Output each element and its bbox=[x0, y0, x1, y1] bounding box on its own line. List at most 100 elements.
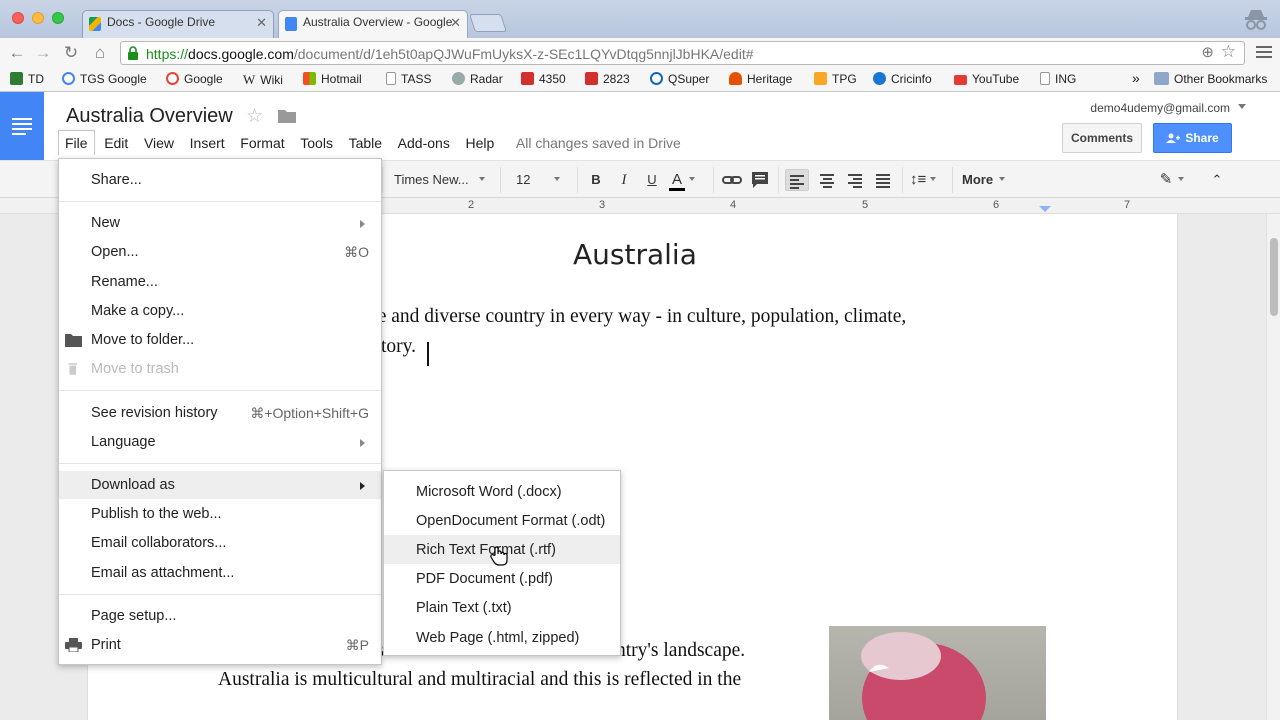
underline-button[interactable]: U bbox=[641, 169, 663, 191]
bookmark-qsuper[interactable]: QSuper bbox=[650, 72, 709, 86]
vertical-scrollbar[interactable] bbox=[1266, 214, 1280, 720]
menu-add-ons[interactable]: Add-ons bbox=[392, 131, 456, 155]
bookmark-td[interactable]: TD bbox=[10, 72, 44, 86]
star-icon[interactable]: ☆ bbox=[246, 105, 263, 128]
menu-edit[interactable]: Edit bbox=[98, 131, 134, 155]
other-bookmarks[interactable]: Other Bookmarks bbox=[1154, 72, 1267, 86]
menu-tools[interactable]: Tools bbox=[294, 131, 339, 155]
comments-button[interactable]: Comments bbox=[1062, 123, 1142, 153]
download-odt[interactable]: OpenDocument Format (.odt) bbox=[384, 506, 620, 535]
download-docx[interactable]: Microsoft Word (.docx) bbox=[384, 477, 620, 506]
close-window-button[interactable] bbox=[12, 12, 24, 24]
bookmark-cricinfo[interactable]: Cricinfo bbox=[873, 72, 932, 86]
folder-icon bbox=[65, 334, 82, 347]
menu-item-download-as[interactable]: Download as bbox=[59, 471, 381, 499]
editing-mode-pencil-icon[interactable]: ✎ bbox=[1156, 169, 1188, 191]
chevron-down-icon[interactable] bbox=[1238, 104, 1246, 113]
menu-format[interactable]: Format bbox=[234, 131, 290, 155]
bookmark-tass[interactable]: TASS bbox=[386, 72, 431, 86]
align-left-button[interactable] bbox=[785, 169, 809, 191]
galah-cockatoo-image[interactable] bbox=[829, 626, 1046, 720]
menu-item-make-a-copy[interactable]: Make a copy... bbox=[59, 297, 381, 325]
menu-insert[interactable]: Insert bbox=[184, 131, 231, 155]
download-pdf[interactable]: PDF Document (.pdf) bbox=[384, 564, 620, 593]
more-button[interactable]: More bbox=[962, 169, 1012, 191]
home-button[interactable]: ⌂ bbox=[89, 42, 111, 64]
save-status[interactable]: All changes saved in Drive bbox=[516, 135, 681, 151]
bookmark-heritage[interactable]: Heritage bbox=[729, 72, 792, 86]
page-icon bbox=[1040, 72, 1050, 85]
bookmark-star-icon[interactable]: ☆ bbox=[1221, 42, 1236, 62]
menu-view[interactable]: View bbox=[138, 131, 180, 155]
menu-item-rename[interactable]: Rename... bbox=[59, 268, 381, 296]
menu-file[interactable]: File bbox=[58, 130, 95, 155]
line-spacing-button[interactable]: ↕≡ bbox=[910, 169, 946, 191]
bookmark-4350[interactable]: 4350 bbox=[521, 72, 566, 86]
search-icon bbox=[650, 72, 663, 85]
close-tab-icon[interactable]: ✕ bbox=[256, 15, 267, 31]
menu-item-new[interactable]: New bbox=[59, 209, 381, 237]
scrollbar-thumb[interactable] bbox=[1270, 238, 1278, 316]
font-family-select[interactable]: Times New... bbox=[394, 169, 490, 191]
reload-button[interactable]: ↻ bbox=[60, 42, 82, 64]
back-button[interactable]: ← bbox=[6, 42, 28, 64]
bookmark-radar[interactable]: Radar bbox=[452, 72, 503, 86]
new-tab-button[interactable] bbox=[469, 14, 507, 32]
menu-item-email-collaborators[interactable]: Email collaborators... bbox=[59, 529, 381, 557]
account-email[interactable]: demo4udemy@gmail.com bbox=[1090, 101, 1230, 115]
align-right-button[interactable] bbox=[843, 169, 867, 191]
italic-button[interactable]: I bbox=[613, 169, 635, 191]
menu-table[interactable]: Table bbox=[343, 131, 388, 155]
radar-icon bbox=[452, 72, 465, 85]
download-txt[interactable]: Plain Text (.txt) bbox=[384, 593, 620, 622]
minimize-window-button[interactable] bbox=[32, 12, 44, 24]
font-size-select[interactable]: 12 bbox=[516, 169, 570, 191]
tab-australia-overview[interactable]: Australia Overview - Google ✕ bbox=[278, 10, 468, 38]
bold-button[interactable]: B bbox=[585, 169, 607, 191]
close-tab-icon[interactable]: ✕ bbox=[450, 15, 461, 31]
menu-item-email-as-attachment[interactable]: Email as attachment... bbox=[59, 559, 381, 587]
menu-item-print[interactable]: Print ⌘P bbox=[59, 631, 381, 659]
collapse-toolbar-icon[interactable]: ⌃ bbox=[1206, 169, 1228, 191]
bookmarks-overflow-button[interactable]: » bbox=[1132, 70, 1140, 86]
bookmark-google[interactable]: Google bbox=[166, 72, 223, 86]
address-bar[interactable]: https://docs.google.com/document/d/1eh5t… bbox=[120, 41, 1245, 65]
folder-icon[interactable] bbox=[278, 108, 296, 123]
cricinfo-icon bbox=[873, 72, 886, 85]
bookmark-tpg[interactable]: TPG bbox=[814, 72, 857, 86]
document-title[interactable]: Australia Overview bbox=[66, 105, 233, 128]
toolbar-divider bbox=[713, 167, 714, 193]
tab-docs-google-drive[interactable]: Docs - Google Drive ✕ bbox=[82, 10, 274, 38]
bookmark-2823[interactable]: 2823 bbox=[585, 72, 630, 86]
menu-item-language[interactable]: Language bbox=[59, 428, 381, 456]
docs-home-icon[interactable] bbox=[0, 92, 44, 160]
bookmark-wiki[interactable]: W Wiki bbox=[243, 72, 283, 88]
align-justify-button[interactable] bbox=[871, 169, 895, 191]
menu-item-publish-to-web[interactable]: Publish to the web... bbox=[59, 500, 381, 528]
forward-button[interactable]: → bbox=[32, 42, 54, 64]
link-icon[interactable] bbox=[721, 169, 743, 191]
google-icon bbox=[166, 72, 179, 85]
zoom-icon[interactable]: ⊕ bbox=[1201, 43, 1214, 61]
bookmark-tgs-google[interactable]: TGS Google bbox=[62, 72, 147, 86]
body-text-line: ue and diverse country in every way - in… bbox=[368, 306, 907, 327]
download-html-zipped[interactable]: Web Page (.html, zipped) bbox=[384, 623, 620, 652]
bookmark-youtube[interactable]: YouTube bbox=[954, 72, 1019, 86]
menu-item-open[interactable]: Open... ⌘O bbox=[59, 238, 381, 266]
browser-toolbar: ← → ↻ ⌂ https://docs.google.com/document… bbox=[0, 38, 1280, 68]
menu-item-share[interactable]: Share... bbox=[59, 166, 381, 194]
menu-item-revision-history[interactable]: See revision history ⌘+Option+Shift+G bbox=[59, 399, 381, 427]
align-center-button[interactable] bbox=[815, 169, 839, 191]
comment-icon[interactable] bbox=[749, 169, 771, 191]
bookmark-ing[interactable]: ING bbox=[1040, 72, 1076, 86]
maximize-window-button[interactable] bbox=[52, 12, 64, 24]
bookmark-hotmail[interactable]: Hotmail bbox=[303, 72, 362, 86]
menu-item-move-to-folder[interactable]: Move to folder... bbox=[59, 326, 381, 354]
chrome-menu-icon[interactable] bbox=[1256, 45, 1272, 59]
menu-item-move-to-trash: Move to trash bbox=[59, 355, 381, 383]
text-color-button[interactable]: A bbox=[669, 169, 705, 191]
drive-icon bbox=[89, 17, 101, 31]
share-button[interactable]: Share bbox=[1153, 123, 1232, 153]
menu-item-page-setup[interactable]: Page setup... bbox=[59, 602, 381, 630]
menu-help[interactable]: Help bbox=[459, 131, 500, 155]
